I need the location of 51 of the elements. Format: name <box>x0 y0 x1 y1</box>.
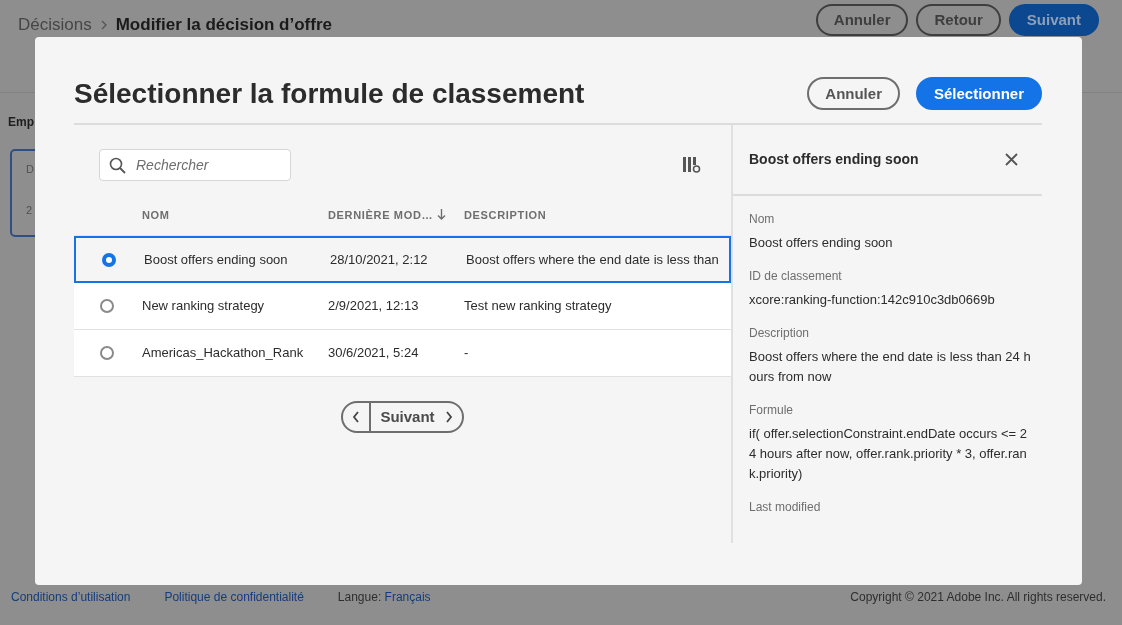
column-header[interactable]: DERNIÈRE MOD… <box>328 206 434 224</box>
chevron-right-icon <box>99 19 108 30</box>
card-text: D <box>26 162 35 177</box>
field-label: Last modified <box>749 498 822 516</box>
chevron-right-icon <box>444 411 453 424</box>
pagination-control[interactable]: Suivant <box>341 401 464 434</box>
cancel-button[interactable]: Annuler <box>807 77 900 111</box>
table-cell: New ranking strategy <box>142 298 265 314</box>
field-value: if( offer.selectionConstraint.endDate occurs <= 24 hours after now, offer.rank.priority * 3, offer.rank.priority) <box>749 424 1028 483</box>
select-button[interactable]: Sélectionner <box>915 77 1042 111</box>
panel-title: Boost offers ending soon <box>749 149 919 169</box>
table-cell: 30/6/2021, 5:24 <box>328 345 419 361</box>
breadcrumb-link[interactable]: Décisions <box>18 12 92 38</box>
footer-link[interactable]: Politique de confidentialité <box>164 588 304 606</box>
column-settings-icon[interactable] <box>683 155 701 174</box>
field-value: xcore:ranking-function:142c910c3db0669b <box>749 290 996 309</box>
field-label: Formule <box>749 401 794 419</box>
table-row[interactable]: Americas_Hackathon_Rank 30/6/2021, 5:24 - <box>74 330 731 378</box>
search-field[interactable]: Rechercher <box>99 148 291 181</box>
table-row[interactable]: New ranking strategy 2/9/2021, 12:13 Test new ranking strategy <box>74 283 731 331</box>
copyright-text: Copyright © 2021 Adobe Inc. All rights reserved. <box>850 589 1106 606</box>
table-row[interactable]: Boost offers ending soon 28/10/2021, 2:12 Boost offers where the end date is less than <box>74 236 731 284</box>
search-icon <box>109 156 126 174</box>
footer-link[interactable]: Conditions d’utilisation <box>11 588 131 606</box>
language-link[interactable]: Français <box>384 590 431 604</box>
table-cell: Boost offers ending soon <box>144 251 288 267</box>
column-header[interactable]: DESCRIPTION <box>464 206 547 224</box>
table-cell: Americas_Hackathon_Rank <box>142 345 304 361</box>
table-cell: 28/10/2021, 2:12 <box>330 251 428 267</box>
chevron-left-icon <box>352 411 360 424</box>
radio-button[interactable] <box>100 346 114 361</box>
language-label: Langue: <box>337 590 382 604</box>
field-label: Nom <box>749 210 776 228</box>
card-text: 2 <box>26 202 34 218</box>
next-button[interactable]: Suivant <box>1008 4 1099 36</box>
table-cell: Boost offers where the end date is less than <box>466 251 719 267</box>
table-cell: Test new ranking strategy <box>464 298 612 314</box>
page-title: Modifier la décision d’offre <box>115 14 332 36</box>
field-value: Boost offers ending soon <box>749 233 894 252</box>
sort-descending-icon[interactable] <box>437 209 447 221</box>
field-value: Boost offers where the end date is less than 24 hours from now <box>749 347 1031 386</box>
field-label: Description <box>749 324 811 342</box>
table-cell: - <box>464 345 469 361</box>
table-cell: 2/9/2021, 12:13 <box>328 298 419 314</box>
section-label: Emp <box>8 114 35 131</box>
radio-button[interactable] <box>102 252 116 267</box>
close-icon[interactable] <box>1005 152 1018 166</box>
radio-button[interactable] <box>100 299 114 314</box>
dialog-title: Sélectionner la formule de classement <box>74 77 585 111</box>
column-header[interactable]: NOM <box>142 206 170 224</box>
field-label: ID de classement <box>749 267 843 285</box>
